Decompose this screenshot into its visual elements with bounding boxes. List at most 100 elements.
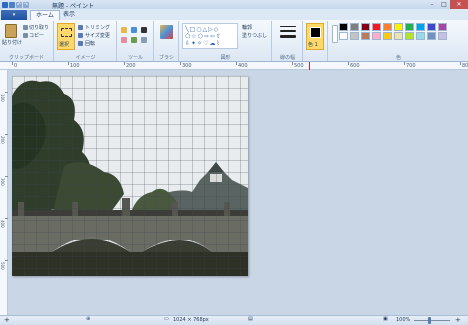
ruler-tick [292,62,293,65]
color-swatch[interactable] [394,23,403,31]
zoom-slider[interactable] [414,320,450,321]
text-icon[interactable] [141,27,147,33]
color-swatch[interactable] [372,32,381,40]
color-swatch[interactable] [372,23,381,31]
add-icon: + [4,316,10,324]
ruler-tick [180,62,181,65]
clipboard-group-label: クリップボード [8,55,44,61]
resize-button[interactable]: サイズ変更 [85,32,110,39]
pencil-icon[interactable] [121,27,127,33]
color-swatch[interactable] [427,32,436,40]
title-bar: ↶ ↷ 無題 - ペイント – □ ✕ [0,0,468,10]
tab-view[interactable]: 表示 [58,10,80,20]
maximize-button[interactable]: □ [438,0,450,9]
ruler-label: 300 [182,63,192,69]
eraser-icon[interactable] [121,37,127,43]
paste-button[interactable]: 貼り付け [2,39,22,46]
shapes-group: ╲□○△▷◇ ⬠☆⬡⇨⇦⇧ ⇩✦✧♡☁⌇ 輪郭 塗りつぶし 図形 [180,21,272,61]
image-size-icon: ▭ [164,316,169,322]
tools-group-label: ツール [127,55,143,61]
rotate-button[interactable]: 回転 [85,40,95,47]
clipboard-group: 貼り付け 切り取り コピー クリップボード [0,21,54,61]
minimize-button[interactable]: – [426,0,438,9]
close-button[interactable]: ✕ [450,0,468,9]
color-swatch[interactable] [350,32,359,40]
ruler-label: 300 [0,178,5,186]
file-menu-button[interactable]: ▾ [1,10,27,20]
view-icon: ▣ [383,316,388,322]
tab-home[interactable]: ホーム [30,10,60,20]
color-swatch[interactable] [394,32,403,40]
vertical-ruler: 100 200 300 400 500 [0,70,8,315]
color-swatch[interactable] [383,32,392,40]
magnifier-icon[interactable] [141,37,147,43]
crop-icon [78,25,83,30]
zoom-slider-thumb[interactable] [428,317,431,324]
fill-icon[interactable] [131,27,137,33]
ruler-label: 400 [238,63,248,69]
image-group: 選択 トリミング サイズ変更 回転 イメージ [55,21,117,61]
tools-group: ツール [118,21,154,61]
undo-icon[interactable]: ↶ [16,1,22,8]
ruler-label: 700 [406,63,416,69]
ruler-tick [460,62,461,65]
select-icon [61,28,72,37]
cut-button[interactable]: 切り取り [29,24,49,31]
ruler-label: 800 [462,63,468,69]
ruler-tick [124,62,125,65]
file-size-icon: ▤ [248,316,253,322]
ribbon: 貼り付け 切り取り コピー クリップボード 選択 トリミング サイズ変更 回転 … [0,20,468,62]
save-icon[interactable] [9,1,15,8]
paint-app-icon[interactable] [2,1,8,8]
outline-button[interactable]: 輪郭 [242,24,252,31]
ruler-label: 200 [126,63,136,69]
shapes-icon: ╲□○△▷◇ ⬠☆⬡⇨⇦⇧ ⇩✦✧♡☁⌇ [185,26,222,47]
color-swatch[interactable] [339,32,348,40]
redo-icon[interactable]: ↷ [23,1,29,8]
color-swatch[interactable] [405,32,414,40]
colors-group-label: 色 [395,55,401,61]
crop-button[interactable]: トリミング [85,24,110,31]
copy-button[interactable]: コピー [29,32,44,39]
resize-icon [78,33,83,38]
color-swatch[interactable] [416,32,425,40]
color-swatch[interactable] [416,23,425,31]
color-swatch[interactable] [350,23,359,31]
color-swatch[interactable] [438,32,447,40]
zoom-level: 100% [396,317,411,323]
shapes-gallery[interactable]: ╲□○△▷◇ ⬠☆⬡⇨⇦⇧ ⇩✦✧♡☁⌇ [182,23,238,49]
ruler-tick [404,62,405,65]
fill-button[interactable]: 塗りつぶし [242,32,267,39]
brushes-group-label: ブラシ [159,55,174,61]
color-swatch[interactable] [339,23,348,31]
image-size: 1024 × 768px [173,317,209,323]
size-group-label: 線の幅 [279,55,295,61]
canvas-gridlines [12,76,248,276]
ruler-tick [68,62,69,65]
image-group-label: イメージ [75,55,96,61]
zoom-in-button[interactable]: + [455,316,461,324]
cursor-position-marker [309,62,310,70]
brush-icon[interactable] [160,25,173,39]
color-swatch[interactable] [361,32,370,40]
color1-swatch [310,27,321,38]
ruler-tick [12,62,13,65]
drawing-canvas[interactable] [12,76,248,276]
color1-group: 色 1 [304,21,328,61]
color-picker-icon[interactable] [131,37,137,43]
ruler-label: 100 [0,94,5,102]
color-swatch[interactable] [383,23,392,31]
ruler-tick [236,62,237,65]
canvas-workspace[interactable] [8,70,468,315]
color2-swatch[interactable] [332,25,338,43]
horizontal-ruler: 0 100 200 300 400 500 600 700 800 [0,62,468,70]
color-swatch[interactable] [405,23,414,31]
color-swatch[interactable] [438,23,447,31]
select-button[interactable]: 選択 [57,23,75,50]
ribbon-tabs: ▾ ホーム 表示 [0,9,468,20]
color-swatch[interactable] [427,23,436,31]
line-thin-icon [280,26,296,27]
color-swatch[interactable] [361,23,370,31]
copy-icon [23,33,28,38]
color1-button[interactable]: 色 1 [306,23,324,50]
